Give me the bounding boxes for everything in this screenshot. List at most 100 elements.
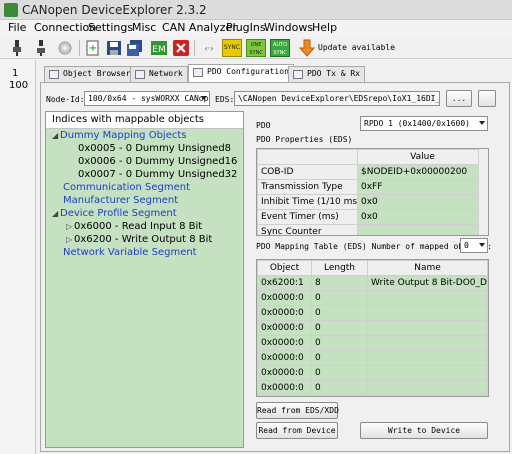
toolbar-separator: [194, 40, 195, 56]
mapping-length-cell[interactable]: 0: [311, 380, 368, 396]
menu-connection[interactable]: Connection: [34, 21, 96, 34]
mapping-name-cell[interactable]: [367, 320, 488, 336]
sync-button[interactable]: SYNC: [222, 39, 242, 57]
menu-help[interactable]: Help: [312, 21, 337, 34]
mapping-object-cell[interactable]: 0x0000:0: [257, 320, 312, 336]
tab-network[interactable]: Network: [130, 66, 188, 82]
tree-item-network-variable-segment[interactable]: Network Variable Segment: [63, 247, 197, 258]
tree-item-manufacturer-segment[interactable]: Manufacturer Segment: [63, 195, 178, 206]
save-disk-icon[interactable]: [105, 39, 123, 57]
pdo-select[interactable]: RPDO 1 (0x1400/0x1600): [360, 116, 488, 131]
tree-item-0x0007[interactable]: 0x0007 - 0 Dummy Unsigned32: [78, 169, 237, 180]
chevron-down-icon: [479, 243, 485, 247]
mapping-object-cell[interactable]: 0x6200:1: [257, 275, 312, 291]
property-value[interactable]: 0xFF: [357, 179, 488, 195]
mapping-object-cell[interactable]: 0x0000:0: [257, 365, 312, 381]
read-from-eds-button[interactable]: Read from EDS/XDD: [256, 402, 339, 419]
mapping-name-cell[interactable]: [367, 365, 488, 381]
pdo-properties-grid: Value COB-ID $NODEID+0x00000200 Transmiss…: [256, 148, 489, 236]
toolbar: + EM ‹·› SYNC ONE SYNC AUTO SYNC Update …: [0, 37, 512, 59]
mapping-table-title: PDO Mapping Table (EDS) Number of mapped…: [256, 242, 493, 251]
mapping-length-cell[interactable]: 0: [311, 320, 368, 336]
arrows-transfer-icon[interactable]: ‹·›: [199, 39, 219, 57]
settings-gear-icon[interactable]: [56, 39, 74, 57]
tree-item-communication-segment[interactable]: Communication Segment: [63, 182, 190, 193]
eds-path-field[interactable]: \CANopen DeviceExplorer\EDSrepo\IoX1_16D…: [234, 91, 440, 106]
menu-settings[interactable]: Settings: [88, 21, 133, 34]
mapping-length-cell[interactable]: 0: [311, 335, 368, 351]
gutter-number[interactable]: 100: [9, 80, 28, 91]
connect-plug-icon[interactable]: [8, 39, 26, 57]
menu-misc[interactable]: Misc: [132, 21, 156, 34]
menu-plugins[interactable]: PlugIns: [226, 21, 266, 34]
mapping-length-cell[interactable]: 0: [311, 350, 368, 366]
mapping-name-cell[interactable]: [367, 290, 488, 306]
auto-sync-button[interactable]: AUTO SYNC: [270, 39, 290, 57]
object-browser-icon: [49, 70, 59, 79]
tab-pdo-tx-rx[interactable]: PDO Tx & Rx: [288, 66, 365, 82]
toolbar-separator: [79, 40, 80, 56]
update-available-label[interactable]: Update available: [318, 43, 395, 52]
expand-triangle-icon[interactable]: ◢: [52, 131, 60, 140]
tree-item-0x6200[interactable]: ▷ 0x6200 - Write Output 8 Bit: [66, 234, 212, 245]
chevron-down-icon: [201, 96, 207, 100]
chevron-down-icon: [479, 121, 485, 125]
mapping-name-cell[interactable]: Write Output 8 Bit-DO0_DO7: [367, 275, 488, 291]
node-list-gutter: 1 100: [0, 60, 36, 454]
tree-header: Indices with mappable objects: [46, 112, 243, 129]
new-file-icon[interactable]: +: [84, 39, 102, 57]
tree-item-device-profile-segment[interactable]: ◢ Device Profile Segment: [52, 208, 177, 219]
property-value[interactable]: [357, 224, 488, 235]
disconnect-plug-icon[interactable]: [32, 39, 50, 57]
property-value[interactable]: $NODEID+0x00000200: [357, 164, 488, 180]
mapping-object-cell[interactable]: 0x0000:0: [257, 290, 312, 306]
mapping-name-cell[interactable]: [367, 335, 488, 351]
svg-text:‹·›: ‹·›: [205, 44, 214, 53]
property-value[interactable]: 0x0: [357, 194, 488, 210]
update-arrow-icon[interactable]: [298, 39, 316, 57]
pdo-txrx-icon: [293, 70, 303, 79]
save-all-icon[interactable]: [126, 39, 144, 57]
property-name: COB-ID: [257, 164, 358, 180]
tree-item-0x6000[interactable]: ▷ 0x6000 - Read Input 8 Bit: [66, 221, 202, 232]
tree-item-0x0006[interactable]: 0x0006 - 0 Dummy Unsigned16: [78, 156, 237, 167]
delete-x-icon[interactable]: [172, 39, 190, 57]
property-name: Event Timer (ms): [257, 209, 358, 225]
collapsed-triangle-icon[interactable]: ▷: [66, 222, 74, 231]
property-name: Transmission Type: [257, 179, 358, 195]
mapped-objects-spinner[interactable]: 0: [460, 238, 488, 253]
network-icon: [135, 70, 145, 79]
mapping-object-cell[interactable]: 0x0000:0: [257, 335, 312, 351]
em-edit-icon[interactable]: EM: [150, 39, 168, 57]
menu-windows[interactable]: Windows: [264, 21, 313, 34]
properties-scrollbar[interactable]: [478, 149, 488, 235]
mapping-name-cell[interactable]: [367, 305, 488, 321]
mapping-length-cell[interactable]: 8: [311, 275, 368, 291]
tab-pdo-configuration[interactable]: PDO Configuration: [188, 64, 294, 83]
mapping-length-cell[interactable]: 0: [311, 365, 368, 381]
mapping-object-cell[interactable]: 0x0000:0: [257, 350, 312, 366]
properties-corner-header: [257, 149, 358, 165]
property-value[interactable]: 0x0: [357, 209, 488, 225]
mapping-object-cell[interactable]: 0x0000:0: [257, 380, 312, 396]
gutter-number: 1: [12, 68, 19, 79]
mapping-name-cell[interactable]: [367, 380, 488, 396]
mapping-length-cell[interactable]: 0: [311, 305, 368, 321]
one-sync-button[interactable]: ONE SYNC: [246, 39, 266, 57]
node-id-select[interactable]: 100/0x64 - sysWORXX CANopen: [84, 91, 210, 106]
tab-object-browser[interactable]: Object Browser: [44, 66, 136, 82]
mapping-length-cell[interactable]: 0: [311, 290, 368, 306]
mapping-name-cell[interactable]: [367, 350, 488, 366]
expand-triangle-icon[interactable]: ◢: [52, 209, 60, 218]
menu-file[interactable]: File: [8, 21, 26, 34]
eds-browse-button[interactable]: ...: [446, 90, 472, 107]
app-icon: [4, 3, 18, 17]
collapsed-triangle-icon[interactable]: ▷: [66, 235, 74, 244]
tree-item-dummy-mapping[interactable]: ◢ Dummy Mapping Objects: [52, 130, 187, 141]
mapping-object-cell[interactable]: 0x0000:0: [257, 305, 312, 321]
tree-item-0x0005[interactable]: 0x0005 - 0 Dummy Unsigned8: [78, 143, 231, 154]
write-to-device-button[interactable]: Write to Device: [360, 422, 488, 439]
read-from-device-button[interactable]: Read from Device: [256, 422, 338, 439]
pdo-properties-title: PDO Properties (EDS): [256, 135, 353, 144]
eds-reload-button[interactable]: [478, 90, 496, 107]
